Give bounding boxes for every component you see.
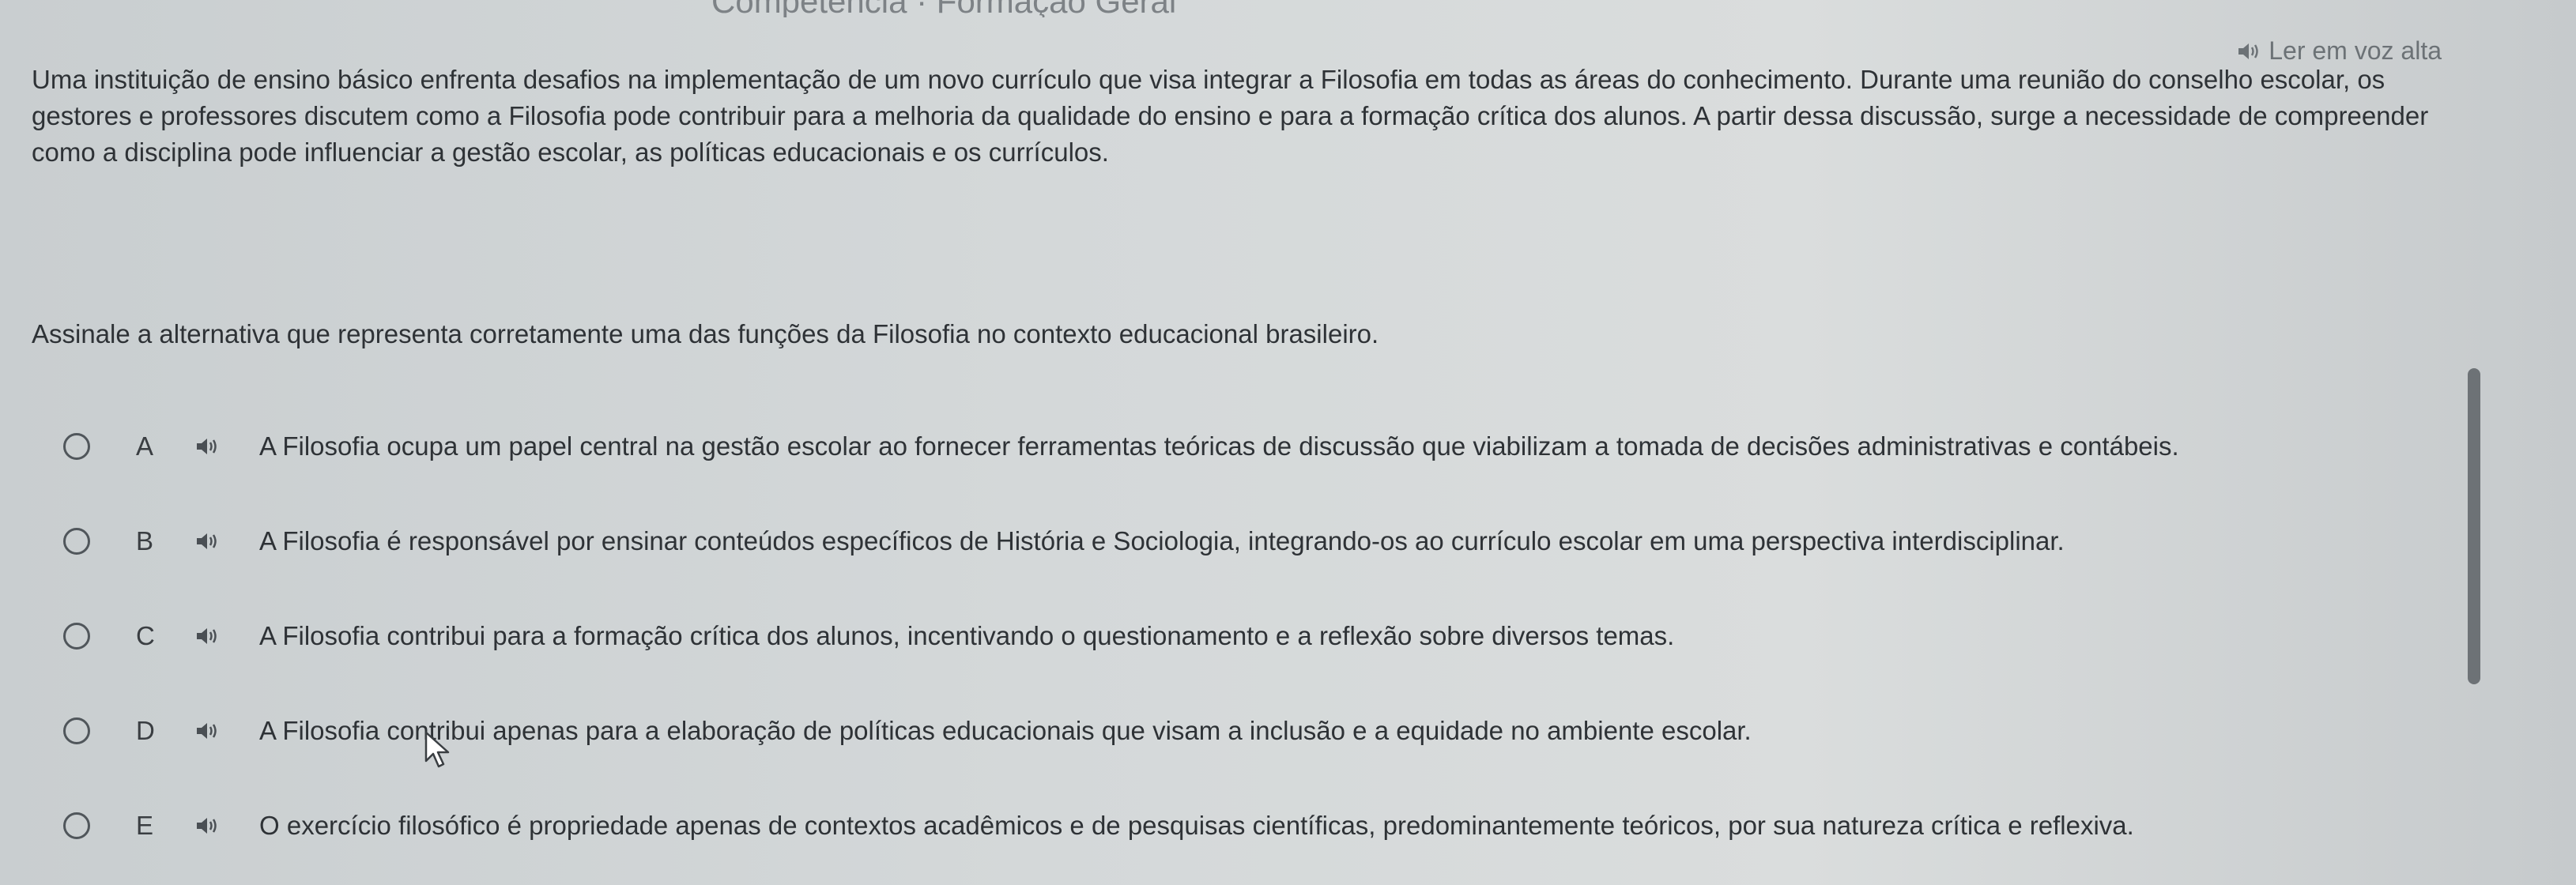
- option-text: A Filosofia contribui para a formação cr…: [259, 621, 1675, 650]
- option-text: O exercício filosófico é propriedade ape…: [259, 811, 2134, 840]
- speaker-icon[interactable]: [194, 815, 221, 837]
- radio-button[interactable]: [63, 812, 90, 839]
- option-a[interactable]: A A Filosofia ocupa um papel central na …: [55, 399, 2521, 494]
- option-c[interactable]: C A Filosofia contribui para a formação …: [55, 589, 2521, 684]
- option-letter: D: [136, 716, 155, 745]
- radio-button[interactable]: [63, 717, 90, 744]
- speaker-icon[interactable]: [194, 435, 221, 458]
- option-letter: B: [136, 526, 154, 555]
- question-statement: Uma instituição de ensino básico enfrent…: [32, 65, 2429, 167]
- question-prompt: Assinale a alternativa que representa co…: [32, 319, 1379, 348]
- option-text: A Filosofia é responsável por ensinar co…: [259, 526, 2065, 555]
- option-text: A Filosofia contribui apenas para a elab…: [259, 716, 1752, 745]
- speaker-icon: [2238, 43, 2258, 59]
- breadcrumb: Competência · Formação Geral: [711, 0, 1176, 17]
- arrow-right-icon: [1257, 0, 1285, 13]
- option-letter: E: [136, 811, 154, 840]
- answer-options: A A Filosofia ocupa um papel central na …: [55, 399, 2521, 873]
- option-e[interactable]: E O exercício filosófico é propriedade a…: [55, 778, 2521, 873]
- option-text: A Filosofia ocupa um papel central na ge…: [259, 431, 2179, 461]
- option-b[interactable]: B A Filosofia é responsável por ensinar …: [55, 494, 2521, 589]
- speaker-icon[interactable]: [194, 625, 221, 647]
- option-letter: A: [136, 431, 154, 461]
- radio-button[interactable]: [63, 433, 90, 460]
- mouse-pointer-icon: [424, 731, 450, 768]
- speaker-icon[interactable]: [194, 530, 221, 552]
- speaker-icon[interactable]: [194, 720, 221, 742]
- radio-button[interactable]: [63, 623, 90, 650]
- radio-button[interactable]: [63, 528, 90, 555]
- top-header-strip: Competência · Formação Geral: [0, 0, 2576, 17]
- option-letter: C: [136, 621, 155, 650]
- scrollbar-thumb[interactable]: [2468, 368, 2480, 684]
